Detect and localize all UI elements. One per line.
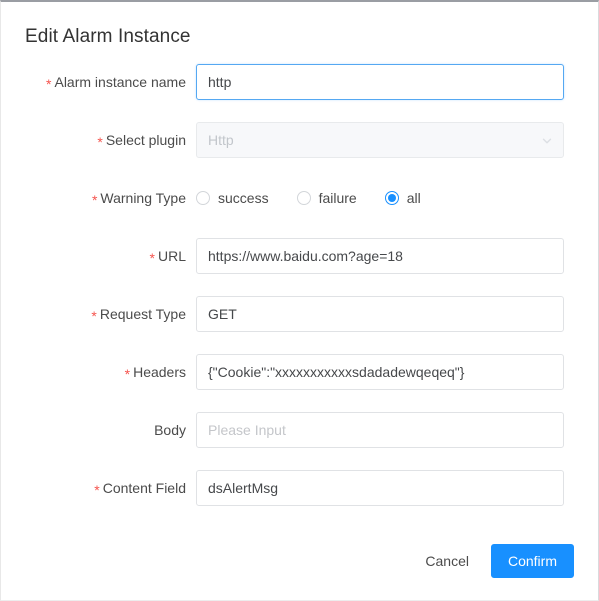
field-url bbox=[196, 238, 564, 274]
label-alarm-instance-name: * Alarm instance name bbox=[1, 64, 196, 100]
label-content-field: * Content Field bbox=[1, 470, 196, 506]
request-type-input[interactable] bbox=[196, 296, 564, 332]
content-field-input[interactable] bbox=[196, 470, 564, 506]
cancel-button[interactable]: Cancel bbox=[415, 545, 479, 577]
field-headers bbox=[196, 354, 564, 390]
select-plugin-dropdown[interactable]: Http bbox=[196, 122, 564, 158]
url-input[interactable] bbox=[196, 238, 564, 274]
required-asterisk: * bbox=[46, 76, 52, 92]
label-warning-type: * Warning Type bbox=[1, 180, 196, 216]
field-warning-type: success failure all bbox=[196, 180, 564, 216]
dialog-title: Edit Alarm Instance bbox=[25, 26, 191, 47]
form-row-url: * URL bbox=[1, 238, 599, 296]
radio-warning-type-all[interactable]: all bbox=[384, 190, 421, 206]
radio-warning-type-success[interactable]: success bbox=[196, 190, 269, 206]
radio-circle-icon bbox=[296, 191, 311, 205]
alarm-instance-name-input[interactable] bbox=[196, 64, 564, 100]
label-text: URL bbox=[157, 248, 186, 264]
form-row-select-plugin: * Select plugin Http bbox=[1, 122, 599, 180]
form-row-request-type: * Request Type bbox=[1, 296, 599, 354]
radio-circle-selected-icon bbox=[384, 191, 399, 205]
radio-warning-type-failure[interactable]: failure bbox=[296, 190, 357, 206]
dialog-footer: Cancel Confirm bbox=[415, 544, 574, 578]
required-asterisk: * bbox=[149, 250, 155, 266]
label-headers: * Headers bbox=[1, 354, 196, 390]
label-body: Body bbox=[1, 412, 196, 448]
chevron-down-icon bbox=[541, 123, 553, 157]
field-select-plugin: Http bbox=[196, 122, 564, 158]
label-text: Select plugin bbox=[105, 132, 186, 148]
required-asterisk: * bbox=[91, 192, 98, 208]
label-text: Content Field bbox=[102, 480, 186, 496]
label-text: Headers bbox=[133, 364, 186, 380]
radio-circle-icon bbox=[196, 191, 210, 205]
label-text: Warning Type bbox=[100, 190, 186, 206]
form-row-content-field: * Content Field bbox=[1, 470, 599, 528]
headers-input[interactable] bbox=[196, 354, 564, 390]
radio-label: failure bbox=[318, 190, 357, 206]
label-text: Request Type bbox=[99, 306, 186, 322]
confirm-button[interactable]: Confirm bbox=[490, 544, 574, 578]
select-plugin-value: Http bbox=[208, 132, 234, 148]
warning-type-radio-group: success failure all bbox=[196, 180, 564, 216]
field-request-type bbox=[196, 296, 564, 332]
form-row-warning-type: * Warning Type success failure all bbox=[1, 180, 599, 238]
field-body bbox=[196, 412, 564, 448]
body-input[interactable] bbox=[196, 412, 564, 448]
required-asterisk: * bbox=[94, 482, 100, 498]
form-row-body: Body bbox=[1, 412, 599, 470]
radio-label: success bbox=[218, 190, 269, 206]
radio-label: all bbox=[406, 190, 421, 206]
required-asterisk: * bbox=[97, 134, 103, 150]
label-text: Alarm instance name bbox=[54, 74, 186, 90]
label-request-type: * Request Type bbox=[1, 296, 196, 332]
label-select-plugin: * Select plugin bbox=[1, 122, 196, 158]
alarm-instance-form: *Alarm instance name *Select plugin Http bbox=[1, 64, 599, 528]
edit-alarm-instance-dialog: Edit Alarm Instance * Alarm instance name… bbox=[0, 0, 599, 601]
field-content-field bbox=[196, 470, 564, 506]
form-row-alarm-instance-name: * Alarm instance name bbox=[1, 64, 599, 122]
label-text: Body bbox=[154, 422, 186, 438]
form-row-headers: * Headers bbox=[1, 354, 599, 412]
field-alarm-instance-name bbox=[196, 64, 564, 100]
required-asterisk: * bbox=[124, 366, 131, 382]
required-asterisk: * bbox=[91, 308, 97, 324]
label-url: * URL bbox=[1, 238, 196, 274]
